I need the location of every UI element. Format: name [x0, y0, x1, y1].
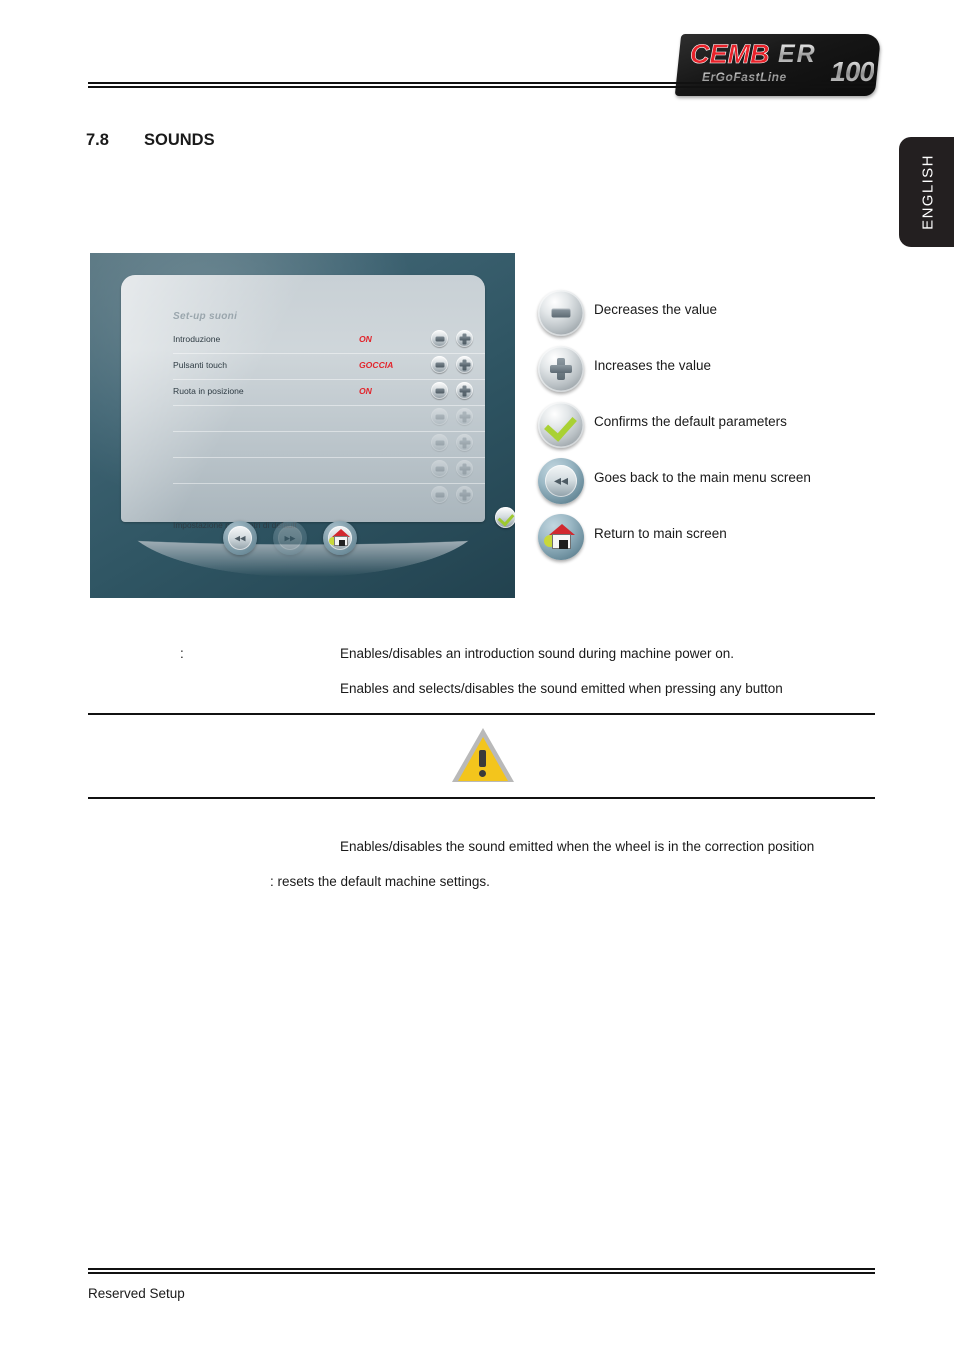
forward-arrow-icon: ▸▸ — [284, 531, 296, 545]
logo-model-text: ER — [778, 40, 817, 68]
settings-row-empty — [173, 459, 485, 484]
legend-label: Decreases the value — [594, 302, 718, 317]
section-title-text: SOUNDS — [144, 131, 215, 149]
warning-top-rule — [88, 713, 875, 715]
legend-label: Goes back to the main menu screen — [594, 470, 811, 485]
home-button-icon — [538, 514, 584, 560]
legend-label: Return to main screen — [594, 526, 727, 541]
row-label: Ruota in posizione — [173, 386, 244, 396]
minus-icon — [431, 408, 448, 425]
language-tab-label: ENGLISH — [919, 154, 937, 230]
back-arrow-icon: ◂◂ — [553, 473, 569, 489]
confirm-defaults-check-icon[interactable] — [495, 507, 515, 528]
plus-icon — [456, 434, 473, 451]
house-icon — [544, 524, 575, 550]
row-stepper[interactable] — [431, 355, 483, 377]
minus-icon[interactable] — [431, 382, 448, 399]
row-stepper[interactable] — [431, 329, 483, 351]
house-icon — [329, 529, 350, 547]
settings-row-ruota-in-posizione[interactable]: Ruota in posizione ON — [173, 381, 485, 406]
page-header: CEMB ER ErGoFastLine 100 — [0, 0, 954, 120]
plus-icon — [456, 408, 473, 425]
body-paragraph-reset-defaults: : resets the default machine settings. — [270, 874, 490, 889]
plus-button-icon — [538, 346, 584, 392]
device-forward-button[interactable]: ▸▸ — [273, 521, 307, 555]
legend-label: Increases the value — [594, 358, 712, 373]
row-stepper-disabled — [431, 433, 483, 455]
device-home-button[interactable] — [323, 521, 357, 555]
footer-rule — [88, 1268, 875, 1274]
plus-icon[interactable] — [456, 356, 473, 373]
body-paragraph-wheel-position-sound: Enables/disables the sound emitted when … — [340, 839, 815, 854]
settings-panel: Set-up suoni Introduzione ON Pulsanti to… — [121, 275, 515, 530]
minus-button-icon — [538, 290, 584, 336]
plus-icon[interactable] — [456, 330, 473, 347]
row-value: GOCCIA — [359, 360, 394, 370]
section-number: 7.8 — [86, 131, 109, 149]
settings-row-empty — [173, 485, 485, 509]
plus-icon — [456, 460, 473, 477]
minus-icon[interactable] — [431, 356, 448, 373]
minus-icon — [431, 434, 448, 451]
footer-label: Reserved Setup — [88, 1286, 185, 1301]
row-value: ON — [359, 334, 372, 344]
check-button-icon — [538, 402, 584, 448]
row-label: Introduzione — [173, 334, 221, 344]
minus-icon — [431, 486, 448, 503]
back-button-icon: ◂◂ — [538, 458, 584, 504]
warning-bottom-rule — [88, 797, 875, 799]
plus-icon — [456, 486, 473, 503]
logo-brand-text: CEMB — [690, 39, 770, 70]
section-heading: 7.8 SOUNDS — [86, 131, 215, 150]
body-colon: : — [180, 646, 184, 661]
back-arrow-icon: ◂◂ — [234, 531, 246, 545]
row-stepper[interactable] — [431, 381, 483, 403]
minus-icon[interactable] — [431, 330, 448, 347]
device-back-button[interactable]: ◂◂ — [223, 521, 257, 555]
settings-row-empty — [173, 433, 485, 458]
row-stepper-disabled — [431, 485, 483, 507]
row-label: Pulsanti touch — [173, 360, 227, 370]
minus-icon — [431, 460, 448, 477]
settings-row-empty — [173, 407, 485, 432]
row-stepper-disabled — [431, 407, 483, 429]
settings-row-introduzione[interactable]: Introduzione ON — [173, 329, 485, 354]
header-rule — [88, 82, 875, 88]
body-paragraph-button-sound: Enables and selects/disables the sound e… — [340, 681, 783, 696]
legend-label: Confirms the default parameters — [594, 414, 787, 429]
warning-triangle-icon — [452, 728, 514, 782]
language-tab-english: ENGLISH — [899, 137, 954, 247]
device-screenshot: Set-up suoni Introduzione ON Pulsanti to… — [90, 253, 515, 598]
panel-title: Set-up suoni — [173, 311, 238, 322]
row-value: ON — [359, 386, 372, 396]
row-stepper-disabled — [431, 459, 483, 481]
body-paragraph-intro-sound: Enables/disables an introduction sound d… — [340, 646, 735, 661]
plus-icon[interactable] — [456, 382, 473, 399]
settings-row-pulsanti-touch[interactable]: Pulsanti touch GOCCIA — [173, 355, 485, 380]
